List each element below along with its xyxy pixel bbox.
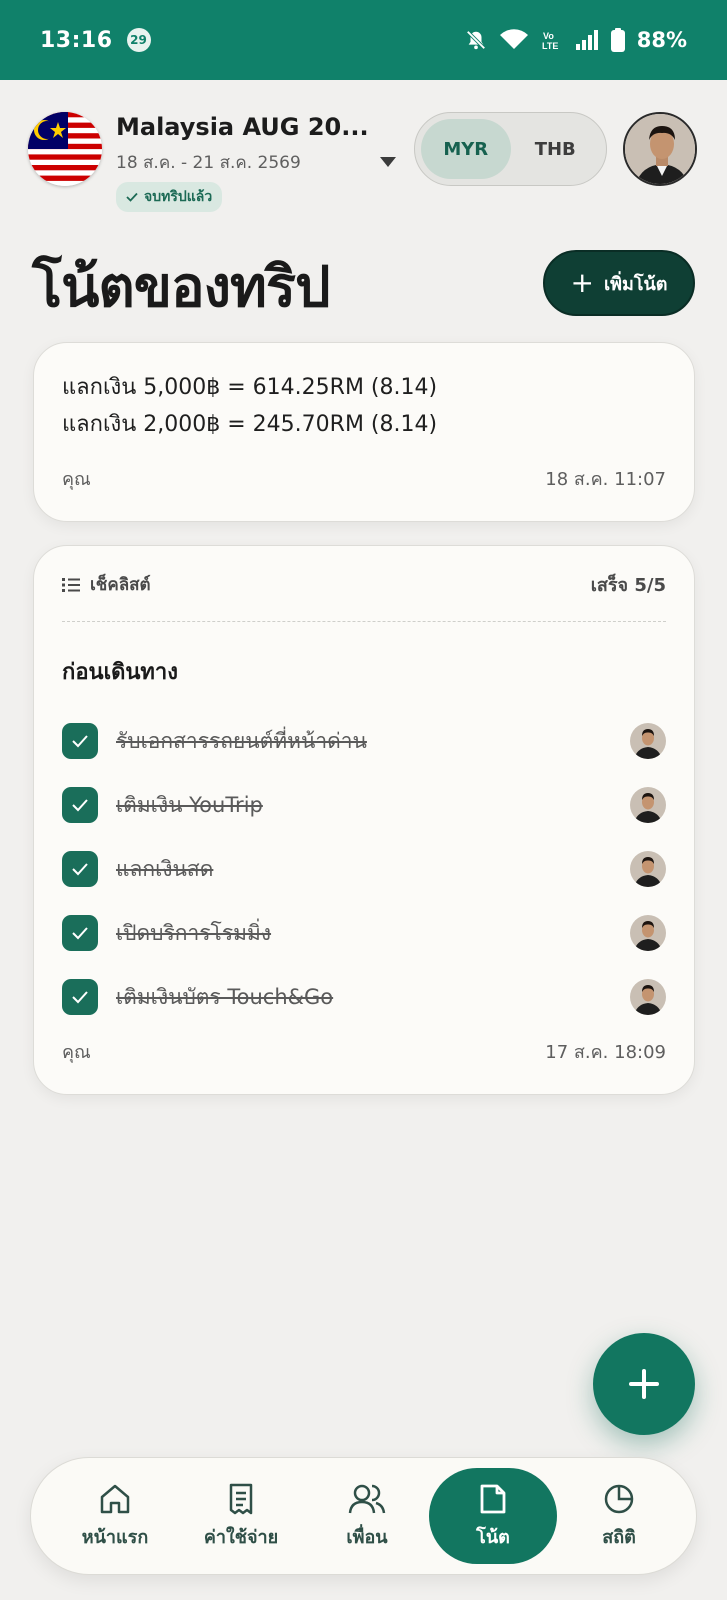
- checkbox-checked[interactable]: [62, 915, 98, 951]
- checklist-item[interactable]: รับเอกสารรถยนต์ที่หน้าด่าน: [62, 709, 666, 773]
- trip-title: Malaysia AUG 20...: [116, 113, 369, 141]
- status-time: 13:16: [40, 27, 113, 53]
- home-icon: [100, 1484, 130, 1513]
- checklist-timestamp: 17 ส.ค. 18:09: [545, 1042, 666, 1063]
- malaysia-flag-icon[interactable]: [28, 112, 102, 186]
- bottom-nav: หน้าแรก ค่าใช้จ่าย เพื่อน โน้ต สถิติ: [30, 1457, 697, 1575]
- checkbox-checked[interactable]: [62, 979, 98, 1015]
- checklist-footer: คุณ 17 ส.ค. 18:09: [62, 1037, 666, 1066]
- nav-item-home[interactable]: หน้าแรก: [51, 1468, 179, 1564]
- status-bar: 13:16 29 Vo LTE 88%: [0, 0, 727, 80]
- note-icon: [480, 1484, 506, 1513]
- nav-item-friends[interactable]: เพื่อน: [303, 1468, 431, 1564]
- trip-status-label: จบทริปแล้ว: [144, 189, 213, 205]
- checklist-progress: เสร็จ 5/5: [590, 575, 666, 596]
- divider: [62, 621, 666, 622]
- assignee-avatar: [630, 851, 666, 887]
- nav-label-notes: โน้ต: [476, 1526, 510, 1548]
- check-icon: [126, 192, 138, 202]
- note-timestamp: 18 ส.ค. 11:07: [545, 469, 666, 490]
- nav-item-stats[interactable]: สถิติ: [555, 1468, 683, 1564]
- chevron-down-icon[interactable]: [378, 154, 398, 168]
- note-line: แลกเงิน 5,000฿ = 614.25RM (8.14): [62, 375, 438, 400]
- checkbox-checked[interactable]: [62, 851, 98, 887]
- checklist-item-text: เติมเงินบัตร Touch&Go: [116, 984, 334, 1009]
- nav-label-expenses: ค่าใช้จ่าย: [203, 1526, 279, 1548]
- receipt-icon: [229, 1483, 253, 1514]
- nav-label-friends: เพื่อน: [346, 1526, 388, 1548]
- nav-item-notes[interactable]: โน้ต: [429, 1468, 557, 1564]
- plus-icon: [629, 1369, 659, 1399]
- checklist-item-text: รับเอกสารรถยนต์ที่หน้าด่าน: [116, 728, 367, 753]
- add-note-label: เพิ่มโน้ต: [603, 273, 668, 295]
- assignee-avatar: [630, 979, 666, 1015]
- users-icon: [348, 1484, 386, 1513]
- checklist-card[interactable]: เช็คลิสต์ เสร็จ 5/5 ก่อนเดินทาง รับเอกสา…: [33, 545, 695, 1095]
- signal-icon: [575, 29, 599, 51]
- mute-bell-icon: [465, 29, 487, 51]
- currency-option-myr[interactable]: MYR: [421, 119, 511, 179]
- battery-icon: [610, 28, 625, 52]
- svg-text:LTE: LTE: [542, 41, 558, 51]
- checklist-item[interactable]: เติมเงิน YouTrip: [62, 773, 666, 837]
- user-avatar[interactable]: [623, 112, 697, 186]
- battery-level: 88%: [636, 28, 687, 52]
- note-line: แลกเงิน 2,000฿ = 245.70RM (8.14): [62, 412, 438, 437]
- svg-text:Vo: Vo: [543, 31, 554, 41]
- assignee-avatar: [630, 723, 666, 759]
- plus-icon: +: [570, 266, 594, 299]
- wifi-icon: [499, 29, 529, 51]
- nav-item-expenses[interactable]: ค่าใช้จ่าย: [177, 1468, 305, 1564]
- checklist-section-title: ก่อนเดินทาง: [62, 660, 179, 685]
- add-note-button[interactable]: + เพิ่มโน้ต: [543, 250, 695, 316]
- assignee-avatar: [630, 787, 666, 823]
- currency-toggle[interactable]: MYR THB: [414, 112, 607, 186]
- nav-label-home: หน้าแรก: [81, 1526, 149, 1548]
- pie-chart-icon: [604, 1484, 634, 1513]
- checkbox-checked[interactable]: [62, 787, 98, 823]
- trip-dates: 18 ส.ค. - 21 ส.ค. 2569: [116, 153, 301, 173]
- checklist-item-text: เปิดบริการโรมมิ่ง: [116, 920, 272, 945]
- trip-selector[interactable]: Malaysia AUG 20... 18 ส.ค. - 21 ส.ค. 256…: [116, 113, 396, 212]
- trip-status-badge: จบทริปแล้ว: [116, 182, 223, 212]
- checklist-author: คุณ: [62, 1042, 91, 1063]
- notification-count-badge: 29: [126, 28, 151, 52]
- note-author: คุณ: [62, 469, 91, 490]
- checklist-header: เช็คลิสต์ เสร็จ 5/5: [62, 570, 666, 599]
- checkbox-checked[interactable]: [62, 723, 98, 759]
- volte-icon: Vo LTE: [541, 29, 563, 51]
- checklist-item[interactable]: เปิดบริการโรมมิ่ง: [62, 901, 666, 965]
- checklist-item-text: เติมเงิน YouTrip: [116, 792, 263, 817]
- currency-option-thb[interactable]: THB: [511, 119, 601, 179]
- assignee-avatar: [630, 915, 666, 951]
- checklist-item[interactable]: เติมเงินบัตร Touch&Go: [62, 965, 666, 1029]
- page-title: โน้ตของทริป: [32, 255, 331, 320]
- nav-label-stats: สถิติ: [602, 1526, 636, 1548]
- checklist-label: เช็คลิสต์: [90, 575, 151, 595]
- note-card[interactable]: แลกเงิน 5,000฿ = 614.25RM (8.14) แลกเงิน…: [33, 342, 695, 522]
- checklist-item-text: แลกเงินสด: [116, 856, 214, 881]
- add-fab-button[interactable]: [593, 1333, 695, 1435]
- list-icon: [62, 577, 80, 592]
- checklist-item[interactable]: แลกเงินสด: [62, 837, 666, 901]
- note-footer: คุณ 18 ส.ค. 11:07: [62, 464, 666, 493]
